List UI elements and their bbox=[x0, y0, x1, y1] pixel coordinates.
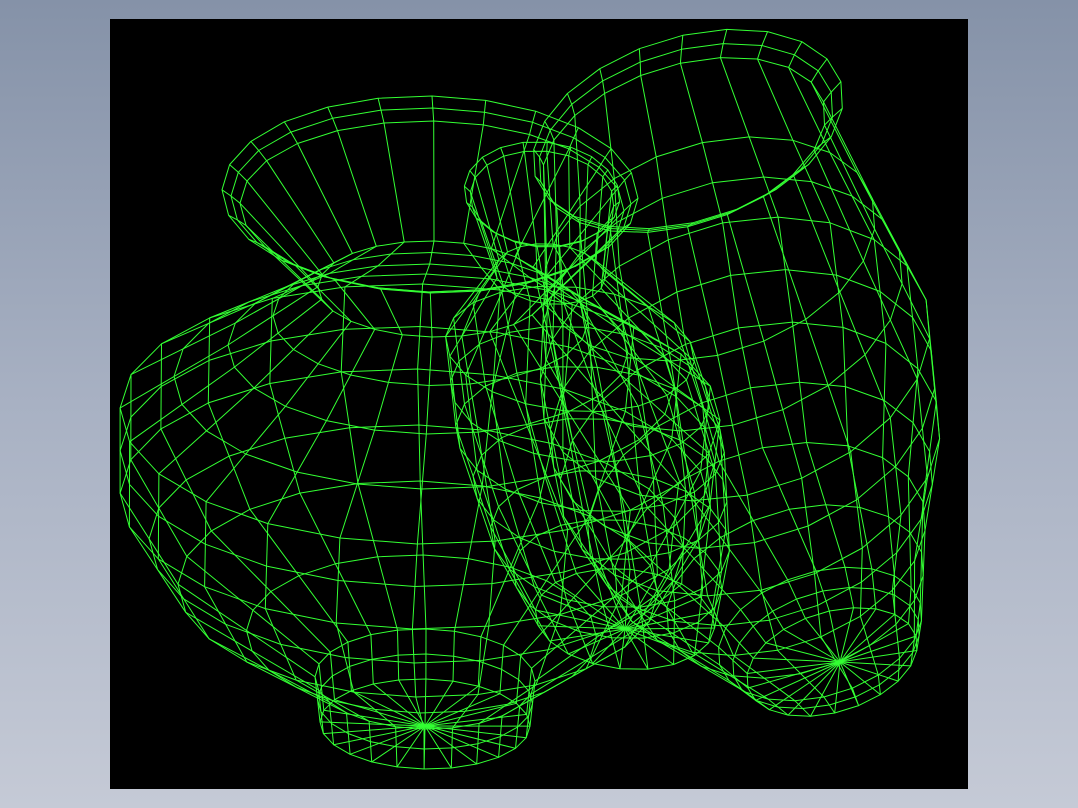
wireframe-scene[interactable] bbox=[110, 19, 968, 789]
cad-3d-viewport[interactable] bbox=[110, 19, 968, 789]
